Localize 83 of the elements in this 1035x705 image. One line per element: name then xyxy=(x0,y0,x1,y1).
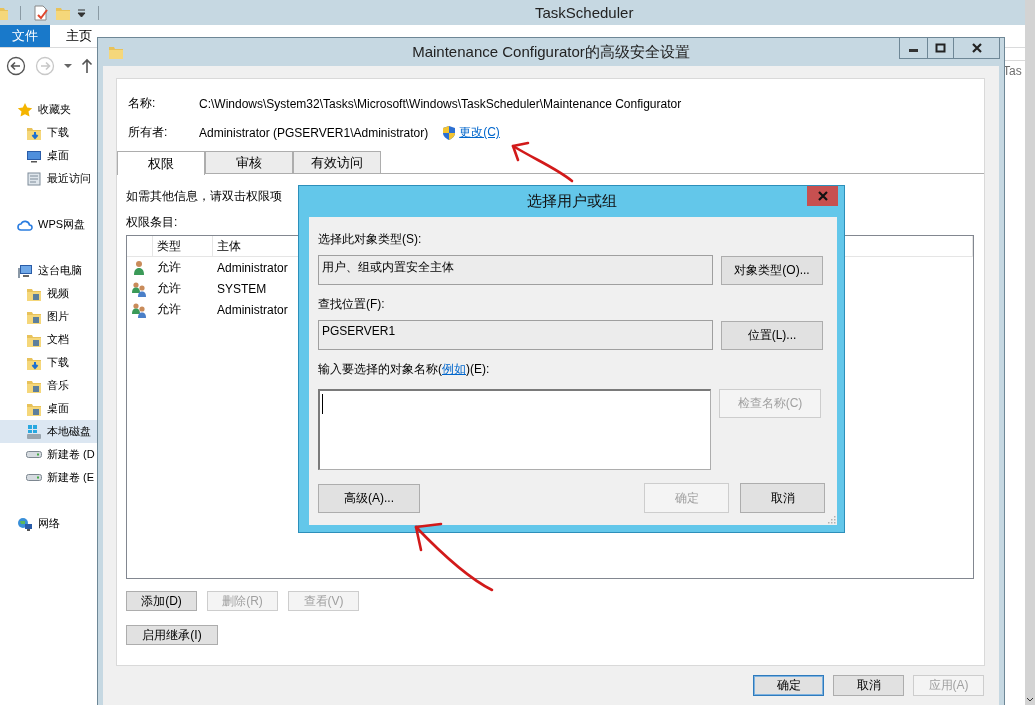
text-cursor xyxy=(322,394,323,414)
resize-grip-icon xyxy=(828,516,836,524)
button[interactable]: 对象类型(O)... xyxy=(721,255,823,285)
owner-value: Administrator (PGSERVER1\Administrator) xyxy=(199,125,429,140)
document-icon xyxy=(33,4,49,21)
column-header: 类型 xyxy=(157,237,181,255)
field-label: 权限条目: xyxy=(126,214,178,230)
location-field: PGSERVER1 xyxy=(318,320,713,350)
nav-item[interactable]: 最近访问 xyxy=(0,167,97,190)
caret-icon xyxy=(77,7,86,18)
change-link[interactable]: 更改(C) xyxy=(459,124,500,141)
field-label: 输入要选择的对象名称(例如)(E): xyxy=(318,361,491,378)
table-cell: 允许 xyxy=(157,280,181,297)
window-title: Maintenance Configurator的高级安全设置 xyxy=(412,42,690,62)
folder-icon xyxy=(108,44,124,60)
column-header: 主体 xyxy=(217,237,241,255)
nav-item[interactable]: 桌面 xyxy=(0,397,97,420)
nav-item[interactable]: 这台电脑 xyxy=(0,259,97,282)
button[interactable]: 取消 xyxy=(833,675,904,696)
field-label: 名称: xyxy=(128,95,157,112)
field-label: 选择此对象类型(S): xyxy=(318,231,423,248)
nav-item[interactable]: 文档 xyxy=(0,328,97,351)
name-value: C:\Windows\System32\Tasks\Microsoft\Windows\TaskScheduler\Maintenance Configurator xyxy=(199,96,682,111)
drive-icon xyxy=(26,474,42,481)
window-title: TaskScheduler xyxy=(535,4,634,21)
button[interactable]: 高级(A)... xyxy=(318,483,420,513)
ribbon-tab[interactable]: 主页 xyxy=(66,25,92,47)
object-type-field: 用户、组或内置安全主体 xyxy=(318,255,713,285)
table-cell: Administrator xyxy=(217,302,288,317)
button[interactable]: 确定 xyxy=(753,675,824,696)
minimize-button[interactable] xyxy=(899,38,928,59)
window-title: 选择用户或组 xyxy=(526,192,617,211)
button[interactable]: 取消 xyxy=(740,483,825,513)
forward-icon xyxy=(35,55,55,76)
example-link[interactable]: 例如 xyxy=(442,362,466,376)
close-button[interactable] xyxy=(807,186,838,206)
close-icon xyxy=(971,43,982,53)
annotation-arrow xyxy=(511,141,574,183)
maximize-icon xyxy=(935,43,946,53)
nav-item[interactable]: 收藏夹 xyxy=(0,98,97,121)
nav-item[interactable]: 音乐 xyxy=(0,374,97,397)
users-icon xyxy=(131,280,147,297)
nav-item[interactable]: 桌面 xyxy=(0,144,97,167)
drive-icon xyxy=(26,451,42,458)
nav-item[interactable]: 新建卷 (D xyxy=(0,443,97,466)
nav-item[interactable]: 视频 xyxy=(0,282,97,305)
nav-item[interactable]: 新建卷 (E xyxy=(0,466,97,489)
users-icon xyxy=(131,301,147,318)
nav-item[interactable]: 网络 xyxy=(0,512,97,535)
network-icon xyxy=(17,515,33,532)
drive-icon xyxy=(26,423,42,440)
shield-icon xyxy=(442,124,457,141)
table-cell: 允许 xyxy=(157,259,181,276)
object-names-field[interactable] xyxy=(318,389,711,470)
back-icon xyxy=(6,55,26,76)
tab[interactable]: 审核 xyxy=(205,151,293,173)
file-tab[interactable]: 文件 xyxy=(0,25,50,47)
close-icon xyxy=(817,191,828,201)
hint-text: 如需其他信息，请双击权限项 xyxy=(126,188,282,204)
field-label: 查找位置(F): xyxy=(318,296,386,313)
computer-icon xyxy=(17,262,33,279)
recent-places-icon xyxy=(26,170,42,187)
button[interactable]: 位置(L)... xyxy=(721,320,823,350)
chevron-icon xyxy=(1026,696,1034,702)
table-cell: Administrator xyxy=(217,260,288,275)
up-icon xyxy=(81,57,93,74)
button[interactable]: 启用继承(I) xyxy=(126,625,218,645)
close-button[interactable] xyxy=(954,38,1000,59)
field-label: 所有者: xyxy=(128,124,169,141)
nav-item[interactable]: 下载 xyxy=(0,351,97,374)
table-cell: SYSTEM xyxy=(217,281,267,296)
tab[interactable]: 权限 xyxy=(117,151,205,175)
tab[interactable]: 有效访问 xyxy=(293,151,381,173)
maximize-button[interactable] xyxy=(928,38,954,59)
nav-item[interactable]: 图片 xyxy=(0,305,97,328)
caret-icon xyxy=(64,63,72,68)
button[interactable]: 添加(D) xyxy=(126,591,197,611)
nav-item[interactable]: 下载 xyxy=(0,121,97,144)
table-cell: 允许 xyxy=(157,301,181,318)
nav-item[interactable]: WPS网盘 xyxy=(0,213,97,236)
star-icon xyxy=(17,101,33,118)
user-icon xyxy=(131,259,147,276)
nav-item[interactable]: 本地磁盘 xyxy=(0,420,97,443)
